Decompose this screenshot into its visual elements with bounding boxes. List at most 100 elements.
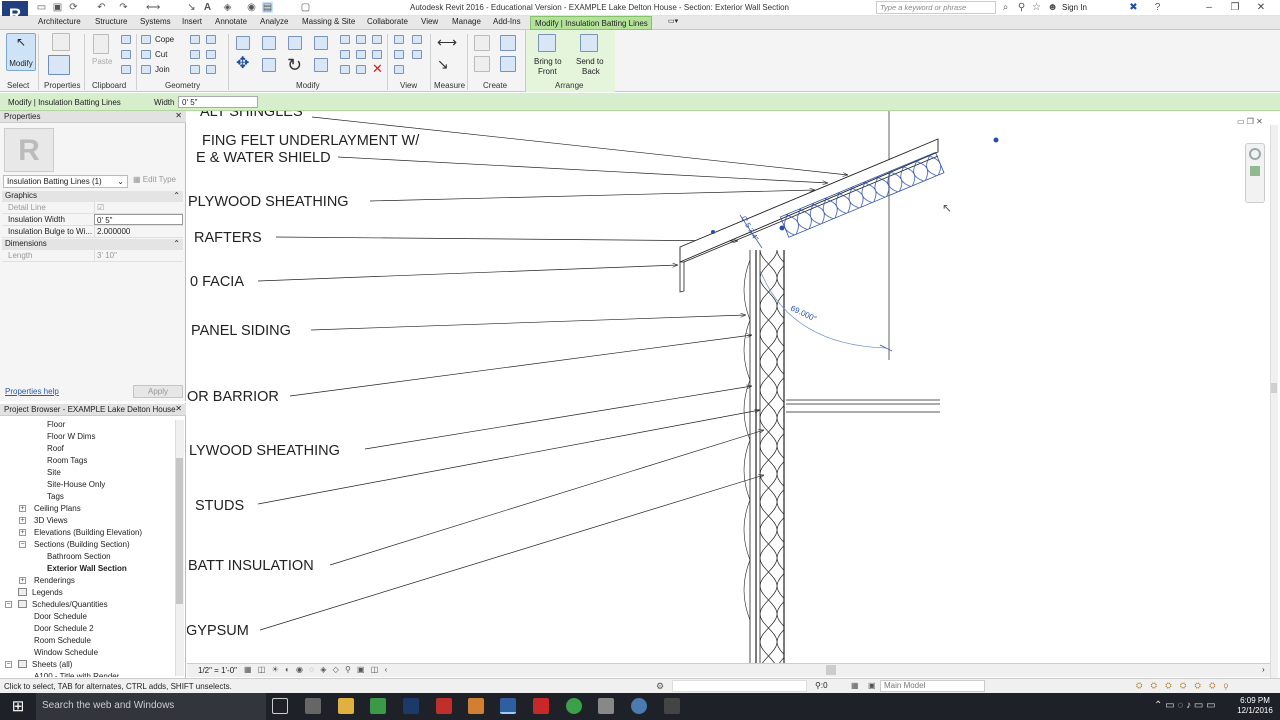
offset-icon[interactable]: [262, 36, 276, 50]
type-selector[interactable]: Insulation Batting Lines (1) ⌄: [3, 175, 128, 188]
override-graphics-icon[interactable]: [394, 50, 404, 59]
expand-icon[interactable]: +: [19, 505, 26, 512]
properties-help-link[interactable]: Properties help: [5, 387, 59, 396]
undo-icon[interactable]: ↶: [96, 2, 107, 13]
view-control-icons[interactable]: ▦ ◫ ☀ ◐ ◉ ◌ ◈ ◇ ⚲ ▣ ◫ ‹: [244, 665, 389, 674]
mirror-pick-axis-icon[interactable]: [288, 36, 302, 50]
ribbon-minimize-icon[interactable]: ▭▾: [668, 17, 678, 25]
browser-item[interactable]: Door Schedule 2: [34, 624, 94, 633]
new-icon[interactable]: ▭: [36, 2, 47, 13]
vertical-scrollbar[interactable]: [1270, 125, 1278, 678]
send-to-back-label-2[interactable]: Back: [582, 67, 600, 76]
type-properties-icon[interactable]: [48, 55, 70, 75]
grip-handle[interactable]: [711, 230, 715, 234]
app-icon-4[interactable]: [631, 698, 647, 714]
collapse-icon[interactable]: −: [5, 661, 12, 668]
tab-modify-insulation[interactable]: Modify | Insulation Batting Lines: [530, 16, 652, 30]
sign-in-link[interactable]: Sign In: [1062, 3, 1087, 12]
scale-icon[interactable]: [340, 65, 350, 74]
geometry-tool-2-icon[interactable]: [190, 50, 200, 59]
cope-icon[interactable]: [141, 35, 151, 44]
browser-item-legends[interactable]: Legends: [32, 588, 63, 597]
match-type-icon[interactable]: [121, 65, 131, 74]
favorites-icon[interactable]: ☆: [1031, 2, 1042, 13]
design-options-icon[interactable]: ▦: [851, 681, 859, 690]
default-3d-icon[interactable]: ◈: [222, 2, 233, 13]
task-view-icon[interactable]: [272, 698, 288, 714]
trim-single-icon[interactable]: [356, 35, 366, 44]
send-to-back-icon[interactable]: [580, 34, 598, 52]
redo-icon[interactable]: ↷: [118, 2, 129, 13]
measure-icon[interactable]: ⟷: [146, 2, 160, 13]
angle-dimension-text[interactable]: 69.000°: [789, 304, 818, 324]
drive-icon[interactable]: [370, 698, 386, 714]
cut-clipboard-icon[interactable]: [121, 35, 131, 44]
browser-item[interactable]: Window Schedule: [34, 648, 98, 657]
cut-label[interactable]: Cut: [155, 50, 167, 59]
geometry-tool-5-icon[interactable]: [206, 50, 216, 59]
acrobat-icon[interactable]: [436, 698, 452, 714]
move-icon[interactable]: ✥: [236, 56, 249, 72]
expand-icon[interactable]: +: [19, 529, 26, 536]
collapse-icon[interactable]: −: [19, 541, 26, 548]
browser-item-sections[interactable]: Sections (Building Section): [34, 540, 130, 549]
close-icon[interactable]: ✕: [175, 404, 182, 413]
detail-line-checkbox[interactable]: ☑: [94, 202, 183, 213]
browser-item-renderings[interactable]: Renderings: [34, 576, 75, 585]
save-icon[interactable]: ▣: [52, 2, 63, 13]
group-graphics[interactable]: Graphics ⌃: [2, 191, 183, 202]
hide-icon[interactable]: [394, 35, 404, 44]
browser-item[interactable]: Room Tags: [47, 456, 87, 465]
dimension-icon[interactable]: ↘: [437, 56, 449, 73]
selection-filter-icons[interactable]: ⛭ ⛭ ⛭ ⛭ ⛭ ⛭ ⚲: [1136, 681, 1231, 691]
sync-icon[interactable]: ⟳: [68, 2, 79, 13]
browser-item-exterior-wall-section[interactable]: Exterior Wall Section: [47, 564, 127, 573]
create-group-icon[interactable]: [500, 35, 516, 51]
file-explorer-icon[interactable]: [338, 698, 354, 714]
expand-icon[interactable]: +: [19, 577, 26, 584]
mirror-draw-axis-icon[interactable]: [314, 36, 328, 50]
trim-extend-icon[interactable]: [314, 58, 328, 72]
browser-item[interactable]: Tags: [47, 492, 64, 501]
close-button[interactable]: ✕: [1254, 2, 1268, 14]
revit-icon[interactable]: [500, 698, 516, 714]
view-tool-2-icon[interactable]: [412, 50, 422, 59]
align-icon[interactable]: [236, 36, 250, 50]
close-icon[interactable]: ✕: [175, 111, 182, 120]
cope-label[interactable]: Cope: [155, 35, 174, 44]
system-tray-icons[interactable]: ⌃ ▭ ◌ ♪ ▭ ▭: [1154, 700, 1216, 711]
insulation-width-field[interactable]: 0' 5": [94, 214, 183, 225]
geometry-tool-1-icon[interactable]: [190, 35, 200, 44]
tab-collaborate[interactable]: Collaborate: [367, 17, 408, 26]
create-similar-icon[interactable]: [500, 56, 516, 72]
text-icon[interactable]: A: [202, 2, 213, 13]
worksets-icon[interactable]: ⚙: [656, 681, 664, 692]
vertical-scroll-thumb[interactable]: [1271, 383, 1277, 393]
chrome-icon[interactable]: [566, 698, 582, 714]
browser-item[interactable]: Room Schedule: [34, 636, 91, 645]
restore-button[interactable]: ❐: [1228, 2, 1242, 14]
cut-geometry-icon[interactable]: [141, 50, 151, 59]
join-label[interactable]: Join: [155, 65, 170, 74]
view-window-controls[interactable]: ▭ ❐ ✕: [1237, 117, 1263, 126]
view-tool-icon[interactable]: [412, 35, 422, 44]
paste-icon[interactable]: [93, 34, 109, 54]
unpin-icon[interactable]: [372, 35, 382, 44]
split-icon[interactable]: [340, 35, 350, 44]
photoshop-icon[interactable]: [403, 698, 419, 714]
copy-icon[interactable]: [262, 58, 276, 72]
app-icon[interactable]: [468, 698, 484, 714]
measure-distance-icon[interactable]: ⟷: [437, 34, 457, 51]
rotate-icon[interactable]: ↻: [287, 56, 302, 74]
browser-item[interactable]: Roof: [47, 444, 64, 453]
bulge-field[interactable]: 2.000000: [94, 226, 183, 237]
browser-item-elevations[interactable]: Elevations (Building Elevation): [34, 528, 142, 537]
tab-structure[interactable]: Structure: [95, 17, 127, 26]
browser-item[interactable]: Door Schedule: [34, 612, 87, 621]
tab-manage[interactable]: Manage: [452, 17, 481, 26]
tab-architecture[interactable]: Architecture: [38, 17, 81, 26]
geometry-tool-4-icon[interactable]: [206, 35, 216, 44]
sections-icon[interactable]: ◉: [246, 2, 257, 13]
join-icon[interactable]: [141, 65, 151, 74]
panel-select-label[interactable]: Select: [7, 81, 29, 90]
